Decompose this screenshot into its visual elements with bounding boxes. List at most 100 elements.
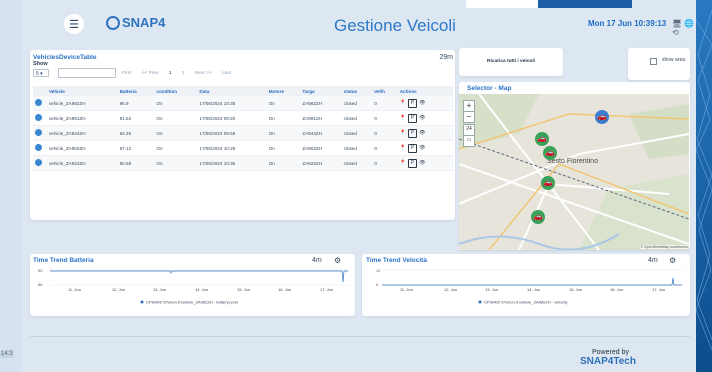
eye-icon[interactable]: 👁 xyxy=(419,130,425,136)
cell-speed: 0 xyxy=(372,140,398,156)
column-header-date[interactable]: Data xyxy=(197,86,267,96)
vehicle-marker-icon[interactable]: 🚗 xyxy=(531,210,545,224)
cell-status: closed xyxy=(341,125,373,141)
table-row[interactable]: vehicle_ZA902ZH 87.12 On 17/06/2024 10:2… xyxy=(33,140,453,156)
powered-by-text: Powered by xyxy=(592,349,629,356)
cell-condition: On xyxy=(154,110,198,126)
cell-date: 17/06/2024 10:35 xyxy=(197,96,267,111)
prev-page-link[interactable]: << Prev xyxy=(142,71,159,76)
row-expand-icon[interactable] xyxy=(35,159,42,166)
footer-divider xyxy=(30,336,690,337)
cell-plate: ZA944ZH xyxy=(300,125,342,141)
cell-battery: 91.52 xyxy=(117,110,155,126)
cell-status: closed xyxy=(341,140,373,156)
cell-speed: 0 xyxy=(372,125,398,141)
cell-plate: ZA982ZH xyxy=(300,96,342,111)
parking-icon[interactable]: P xyxy=(408,158,418,168)
cell-date: 17/06/2024 10:36 xyxy=(197,155,267,171)
eye-icon[interactable]: 👁 xyxy=(419,100,425,106)
table-row[interactable]: vehicle_ZA944ZH 94.26 On 17/06/2024 09:5… xyxy=(33,125,453,141)
menu-button[interactable]: ☰ xyxy=(64,14,84,34)
row-expand-icon[interactable] xyxy=(35,114,42,121)
battery-x-ticks: 11. Jun 12. Jun 13. Jun 14. Jun 15. Jun 16. J… xyxy=(68,287,333,292)
battery-trend-chart: 90 86 11. Jun 12. Jun 13. Jun 14. Jun 15. Ju… xyxy=(38,268,350,305)
show-area-label: show area xyxy=(662,57,686,63)
reload-all-button[interactable]: Ricarica tutti i veicoli xyxy=(459,59,563,64)
page-1-link[interactable]: 1 xyxy=(169,71,172,76)
cell-engine: On xyxy=(266,140,301,156)
selector-map[interactable]: + − 24 ▭ Sesto Fiorentino © OpenStreetMa… xyxy=(459,94,689,250)
vehicle-marker-icon[interactable]: 🚗 xyxy=(543,146,557,160)
speed-settings-gear-icon[interactable]: ⚙ xyxy=(669,256,676,265)
next-page-link[interactable]: Next >> xyxy=(195,71,212,76)
page-title: Gestione Veicoli xyxy=(334,16,456,35)
table-row[interactable]: vehicle_ZA982ZH 95.9 On 17/06/2024 10:35… xyxy=(33,96,453,111)
vehicle-marker-icon[interactable]: 🚗 xyxy=(595,110,609,124)
app-logo: SNAP4 xyxy=(106,15,165,30)
first-page-link[interactable]: First xyxy=(122,71,131,76)
cell-engine: On xyxy=(266,125,301,141)
vehicles-table-title: VehiclesDeviceTable xyxy=(33,54,97,61)
page-size-select[interactable]: 5 ▾ xyxy=(33,69,49,77)
speed-trend-card: Time Trend Velocità 4m ⚙ 12 0 11. Jun 12.… xyxy=(362,254,690,316)
location-pin-icon[interactable]: 📍 xyxy=(400,115,406,121)
cell-condition: On xyxy=(154,140,198,156)
parking-icon[interactable]: P xyxy=(408,113,418,123)
speed-trend-age: 4m xyxy=(648,257,658,264)
header-icons[interactable]: 🖥 🌐 ⟲ xyxy=(672,19,696,37)
show-area-card: show area xyxy=(628,48,690,80)
column-header-vehicle[interactable]: Vehicle xyxy=(47,86,118,96)
footer-brand: SNAP4Tech xyxy=(580,356,636,367)
vehicle-marker-icon[interactable]: 🚗 xyxy=(541,176,555,190)
page-2-link[interactable]: 2 xyxy=(182,71,185,76)
column-header-plate[interactable]: Targa xyxy=(300,86,342,96)
table-row[interactable]: vehicle_ZA991ZH 91.52 On 17/06/2024 09:2… xyxy=(33,110,453,126)
cell-vehicle: vehicle_ZA902ZH xyxy=(47,140,118,156)
battery-series-line xyxy=(50,270,348,283)
location-pin-icon[interactable]: 📍 xyxy=(400,145,406,151)
speed-trend-chart: 12 0 11. Jun 12. Jun 13. Jun 14. Jun 15. Jun… xyxy=(376,268,684,305)
vehicle-marker-icon[interactable]: 🚗 xyxy=(535,132,549,146)
row-expand-icon[interactable] xyxy=(35,99,42,106)
column-header-condition[interactable]: condition xyxy=(154,86,198,96)
battery-legend-label[interactable]: CPSM00 STorion.it:vehicle_ZA982ZH - batt… xyxy=(146,300,238,305)
logo-icon xyxy=(106,15,120,30)
column-header-speed[interactable]: Vel/h xyxy=(372,86,398,96)
battery-settings-gear-icon[interactable]: ⚙ xyxy=(334,256,341,265)
battery-trend-title: Time Trend Batteria xyxy=(33,257,94,264)
cell-vehicle: vehicle_ZA991ZH xyxy=(47,110,118,126)
row-expand-icon[interactable] xyxy=(35,144,42,151)
show-area-checkbox[interactable] xyxy=(650,58,657,65)
cell-status: closed xyxy=(341,96,373,111)
table-row[interactable]: vehicle_ZA922ZH 90.59 On 17/06/2024 10:3… xyxy=(33,155,453,171)
location-pin-icon[interactable]: 📍 xyxy=(400,130,406,136)
battery-y-tick: 90 xyxy=(38,268,43,273)
parking-icon[interactable]: P xyxy=(408,128,418,138)
column-header-engine[interactable]: Motore xyxy=(266,86,301,96)
column-header-battery[interactable]: Batteria xyxy=(117,86,155,96)
cell-condition: On xyxy=(154,155,198,171)
location-pin-icon[interactable]: 📍 xyxy=(400,100,406,106)
last-page-link[interactable]: Last xyxy=(222,71,231,76)
location-pin-icon[interactable]: 📍 xyxy=(400,160,406,166)
eye-icon[interactable]: 👁 xyxy=(419,145,425,151)
zoom-out-button[interactable]: − xyxy=(463,111,475,123)
right-decorative-strip xyxy=(696,0,712,372)
table-age: 29m xyxy=(439,54,453,61)
column-header-actions: Actions xyxy=(397,86,453,96)
table-header-row: Vehicle Batteria condition Data Motore T… xyxy=(33,86,453,96)
vehicles-table: Vehicle Batteria condition Data Motore T… xyxy=(33,86,453,171)
page-size-value: 5 xyxy=(36,71,39,77)
footer-logo: Powered by SNAP4Tech xyxy=(580,349,636,367)
map-tiles xyxy=(459,94,689,250)
speed-legend-label[interactable]: CPSM00 STorion.it:vehicle_ZA982ZH - velo… xyxy=(484,300,568,305)
eye-icon[interactable]: 👁 xyxy=(419,160,425,166)
parking-icon[interactable]: P xyxy=(408,143,418,153)
search-input[interactable] xyxy=(58,68,116,78)
draw-tool-button[interactable]: ▭ xyxy=(463,135,475,147)
speed-y-tick: 12 xyxy=(376,268,381,273)
column-header-status[interactable]: status xyxy=(341,86,373,96)
row-expand-icon[interactable] xyxy=(35,129,42,136)
eye-icon[interactable]: 👁 xyxy=(419,115,425,121)
parking-icon[interactable]: P xyxy=(408,98,418,108)
